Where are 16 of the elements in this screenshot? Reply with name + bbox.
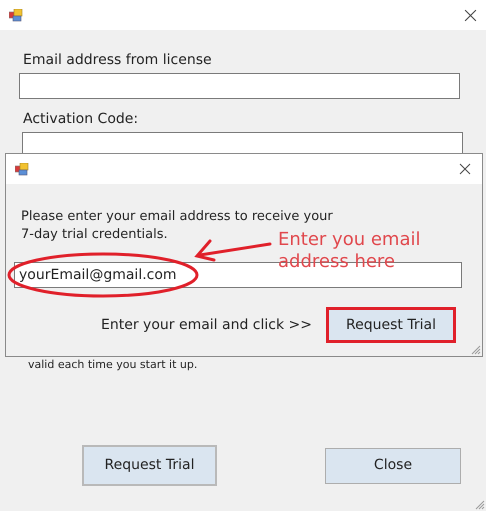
field-label: Email address from license <box>22 51 213 70</box>
resize-grip-icon[interactable] <box>469 343 481 355</box>
input-field[interactable] <box>19 73 460 99</box>
app-icon <box>15 162 29 176</box>
note-text: valid each time you start it up. <box>28 358 198 372</box>
close-button[interactable]: Close <box>325 448 461 484</box>
dialog-message-line: 7-day trial credentials. <box>21 226 168 244</box>
close-icon[interactable] <box>464 8 477 22</box>
close-icon[interactable] <box>459 163 471 175</box>
app-icon <box>9 8 23 22</box>
resize-grip-icon[interactable] <box>473 498 485 510</box>
request-trial-button[interactable]: Request Trial <box>326 307 456 343</box>
dialog-message-line: Please enter your email address to receive your <box>21 208 333 226</box>
field-label: Activation Code: <box>22 110 140 129</box>
request-trial-button[interactable]: Request Trial <box>82 445 217 486</box>
instruction-text: Enter your email and click >> <box>101 316 312 334</box>
